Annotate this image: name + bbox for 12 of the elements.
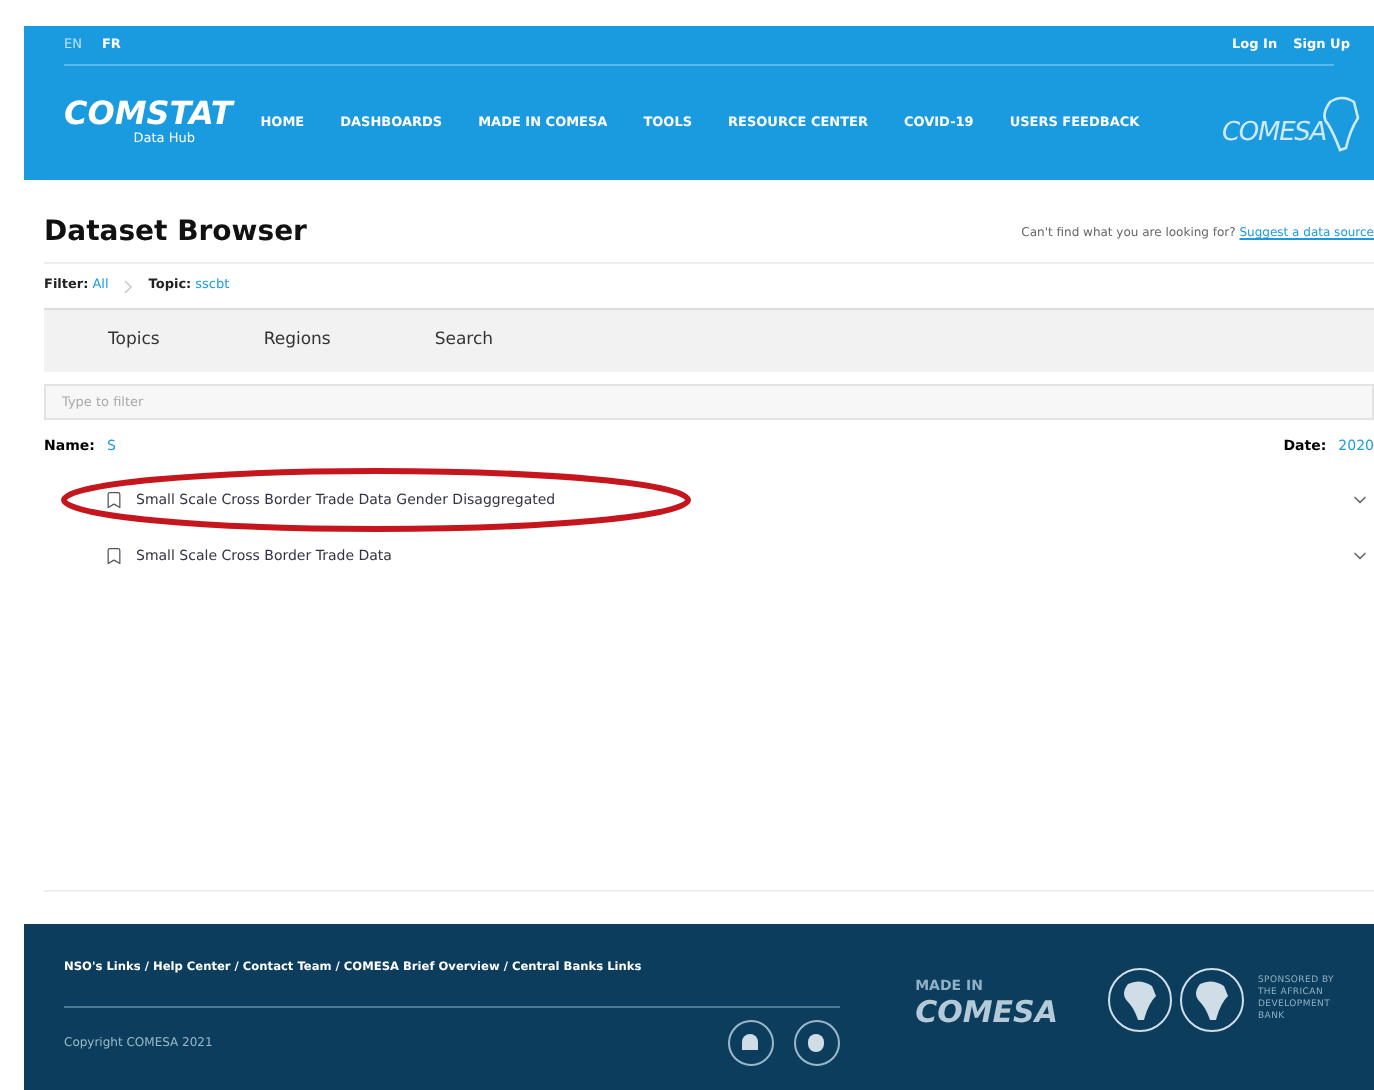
africa-emblem-icon	[1177, 965, 1246, 1033]
page-title: Dataset Browser	[44, 214, 307, 252]
brand-name: COMSTAT	[64, 97, 233, 130]
tab[interactable]: Topics	[104, 310, 164, 372]
bookmark-icon[interactable]	[104, 546, 124, 566]
made-in-brand: COMESA	[915, 994, 1058, 1032]
partner-logo: COMESA	[1222, 116, 1326, 152]
tab[interactable]: Regions	[259, 310, 335, 372]
tab[interactable]: Search	[430, 310, 498, 372]
chevron-right-icon	[124, 279, 133, 293]
bookmark-icon[interactable]	[104, 490, 124, 510]
africa-emblem-icon	[1105, 965, 1174, 1033]
